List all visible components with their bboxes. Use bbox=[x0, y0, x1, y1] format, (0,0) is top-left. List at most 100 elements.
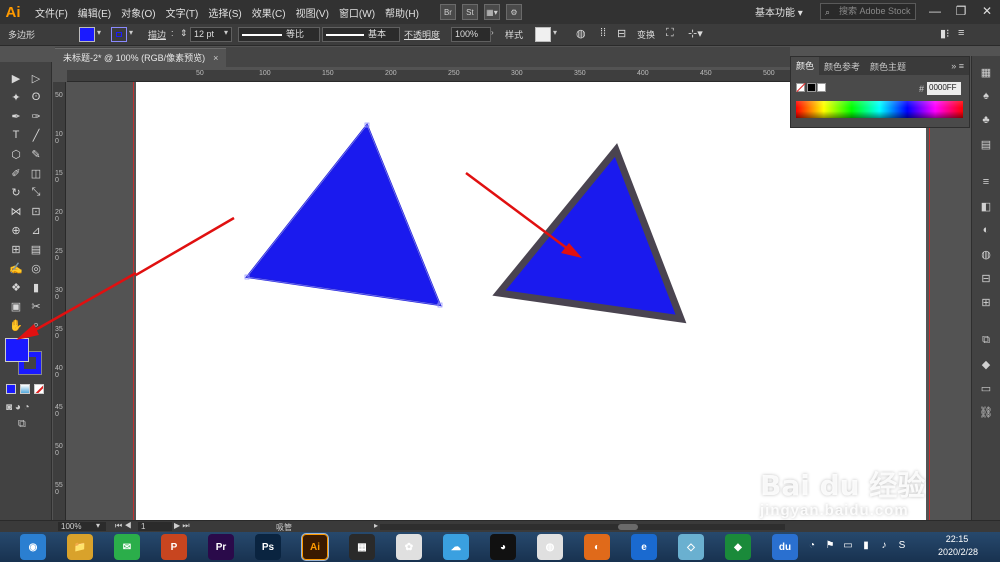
taskbar-app-icon[interactable]: ☁ bbox=[443, 534, 469, 560]
horizontal-scrollbar[interactable] bbox=[380, 524, 785, 530]
black-swatch[interactable] bbox=[807, 83, 816, 92]
panel-menu-icon[interactable]: ▮⁝ bbox=[940, 27, 950, 40]
taskbar-app-icon[interactable]: ◍ bbox=[537, 534, 563, 560]
taskbar-app-icon[interactable]: Pr bbox=[208, 534, 234, 560]
taskbar-app-icon[interactable]: ◆ bbox=[725, 534, 751, 560]
appearance-icon[interactable]: ◍ bbox=[978, 246, 994, 262]
status-menu-icon[interactable]: ▸ bbox=[374, 521, 378, 530]
tray-icon[interactable]: ▮ bbox=[859, 540, 873, 551]
close-window-button[interactable]: ✕ bbox=[974, 0, 1000, 22]
taskbar-app-icon[interactable]: ✿ bbox=[396, 534, 422, 560]
pathfinder-icon[interactable]: ⊞ bbox=[978, 294, 994, 310]
artboard-edge-line bbox=[929, 82, 930, 520]
menu-icon[interactable]: ≡ bbox=[958, 27, 964, 39]
triangle-stroked[interactable] bbox=[492, 143, 687, 324]
arrow-overlay bbox=[16, 271, 137, 340]
screen-mode-icon[interactable]: ⧉ bbox=[18, 418, 26, 431]
gradient-icon[interactable]: ◧ bbox=[978, 198, 994, 214]
chevron-down-icon[interactable]: ▾ bbox=[553, 28, 563, 42]
artboard-number-field[interactable]: 1 bbox=[138, 522, 172, 531]
triangle-selected[interactable] bbox=[245, 123, 442, 307]
taskbar-app-icon[interactable]: ▦ bbox=[349, 534, 375, 560]
tray-icon[interactable]: ⚑ bbox=[823, 540, 837, 551]
menu-bar-button[interactable]: ⚙ bbox=[505, 4, 522, 20]
watermark-url: jingyan.baidu.com bbox=[760, 502, 909, 519]
graphic-style-swatch[interactable] bbox=[535, 27, 551, 42]
stroke-label[interactable]: 描边 bbox=[148, 28, 166, 41]
menu-bar-button[interactable]: Br bbox=[439, 4, 456, 20]
minimize-button[interactable]: — bbox=[922, 0, 948, 22]
brush-definition[interactable]: 基本 bbox=[322, 27, 400, 42]
arrange-icon[interactable]: ⊹▾ bbox=[688, 27, 703, 40]
transparency-icon[interactable]: ◐ bbox=[978, 222, 994, 238]
chevron-down-icon[interactable]: ▾ bbox=[224, 28, 234, 42]
swatch-icon[interactable]: ▦ bbox=[978, 64, 994, 80]
color-panel-tabs: 颜色 颜色参考 颜色主题 » ≡ bbox=[791, 57, 969, 75]
taskbar-app-icon[interactable]: P bbox=[161, 534, 187, 560]
layers-icon[interactable]: ◆ bbox=[978, 356, 994, 372]
draw-mode-icon[interactable]: ◙ ◕ ◔ bbox=[6, 402, 30, 413]
transform-icon[interactable]: ⧉ bbox=[978, 332, 994, 348]
none-color-icon[interactable] bbox=[796, 82, 806, 93]
taskbar-app-icon[interactable]: e bbox=[631, 534, 657, 560]
close-tab-icon[interactable]: × bbox=[213, 53, 218, 63]
stepper-icon[interactable]: ⇕ bbox=[180, 28, 188, 39]
recolor-icon[interactable]: ◍ bbox=[576, 27, 586, 40]
brush-icon[interactable]: ♠ bbox=[978, 88, 994, 104]
opacity-label[interactable]: 不透明度 bbox=[404, 28, 440, 41]
menu-item[interactable]: 选择(S) bbox=[203, 5, 246, 20]
tray-icon[interactable]: ◔ bbox=[805, 540, 819, 551]
align-icon[interactable]: ⊟ bbox=[978, 270, 994, 286]
spectrum-shading bbox=[796, 101, 963, 118]
workspace-switcher[interactable]: 基本功能 ▾ bbox=[755, 4, 803, 19]
first-artboard-icon[interactable]: ⏮ ◀ bbox=[115, 521, 132, 531]
tab-color-themes[interactable]: 颜色主题 bbox=[865, 60, 911, 73]
opacity-field[interactable]: 100% bbox=[451, 27, 491, 42]
tray-icon[interactable]: ♪ bbox=[877, 540, 891, 551]
taskbar-app-icon[interactable]: ◕ bbox=[490, 534, 516, 560]
align-center-icon[interactable]: ⊟ bbox=[617, 27, 626, 40]
tab-color[interactable]: 颜色 bbox=[791, 57, 820, 75]
taskbar-app-icon[interactable]: ✉ bbox=[114, 534, 140, 560]
taskbar-app-icon[interactable]: Ps bbox=[255, 534, 281, 560]
stock-search-input[interactable]: ⌕ 搜索 Adobe Stock bbox=[820, 3, 916, 20]
artboards-icon[interactable]: ▭ bbox=[978, 380, 994, 396]
panel-menu-icon[interactable]: » ≡ bbox=[946, 61, 969, 71]
menu-bar-button[interactable]: St bbox=[461, 4, 478, 20]
chevron-down-icon[interactable]: ▾ bbox=[96, 521, 100, 530]
menu-bar-button[interactable]: ▦▾ bbox=[483, 4, 500, 20]
ruler-tick-label: 200 bbox=[385, 70, 397, 77]
tray-icon[interactable]: S bbox=[895, 540, 909, 551]
align-icon[interactable]: ⁞⁞ bbox=[600, 27, 606, 39]
ruler-tick-label: 500 bbox=[55, 443, 63, 457]
artwork[interactable] bbox=[14, 82, 926, 520]
symbol-icon[interactable]: ♣ bbox=[978, 112, 994, 128]
horizontal-ruler[interactable]: 50 100 150 200 250 300 350 400 450 500 bbox=[67, 70, 790, 82]
taskbar-app-icon[interactable]: 📁 bbox=[67, 534, 93, 560]
taskbar-app-icon[interactable]: ◉ bbox=[20, 534, 46, 560]
tray-icon[interactable]: ▭ bbox=[841, 540, 855, 551]
white-swatch[interactable] bbox=[817, 83, 826, 92]
artboard[interactable] bbox=[14, 82, 926, 520]
tab-color-guide[interactable]: 颜色参考 bbox=[819, 60, 865, 73]
menu-item[interactable]: 文字(T) bbox=[161, 5, 204, 20]
chevron-right-icon[interactable]: › bbox=[491, 28, 501, 42]
ruler-tick-label: 100 bbox=[259, 70, 271, 77]
graphic-styles-icon[interactable]: ▤ bbox=[978, 136, 994, 152]
isolate-icon[interactable]: ⛶ bbox=[666, 27, 674, 40]
menu-item[interactable]: 帮助(H) bbox=[380, 5, 424, 20]
maximize-button[interactable]: ❐ bbox=[948, 0, 974, 22]
variable-width-profile[interactable]: 等比 bbox=[238, 27, 320, 42]
taskbar-app-icon[interactable]: ◐ bbox=[584, 534, 610, 560]
next-artboard-icon[interactable]: ▶ ⏭ bbox=[174, 521, 190, 531]
menu-item[interactable]: 效果(C) bbox=[247, 5, 291, 20]
taskbar-app-icon[interactable]: ◇ bbox=[678, 534, 704, 560]
menu-item[interactable]: 视图(V) bbox=[291, 5, 334, 20]
links-icon[interactable]: ⛓ bbox=[978, 404, 994, 420]
style-label: 样式 bbox=[505, 30, 524, 40]
menu-item[interactable]: 窗口(W) bbox=[334, 5, 380, 20]
stroke-icon[interactable]: ≡ bbox=[978, 174, 994, 190]
taskbar-app-icon[interactable]: Ai bbox=[301, 533, 329, 561]
transform-button[interactable]: 变换 bbox=[637, 28, 655, 41]
hex-input[interactable]: 0000FF bbox=[927, 82, 961, 95]
